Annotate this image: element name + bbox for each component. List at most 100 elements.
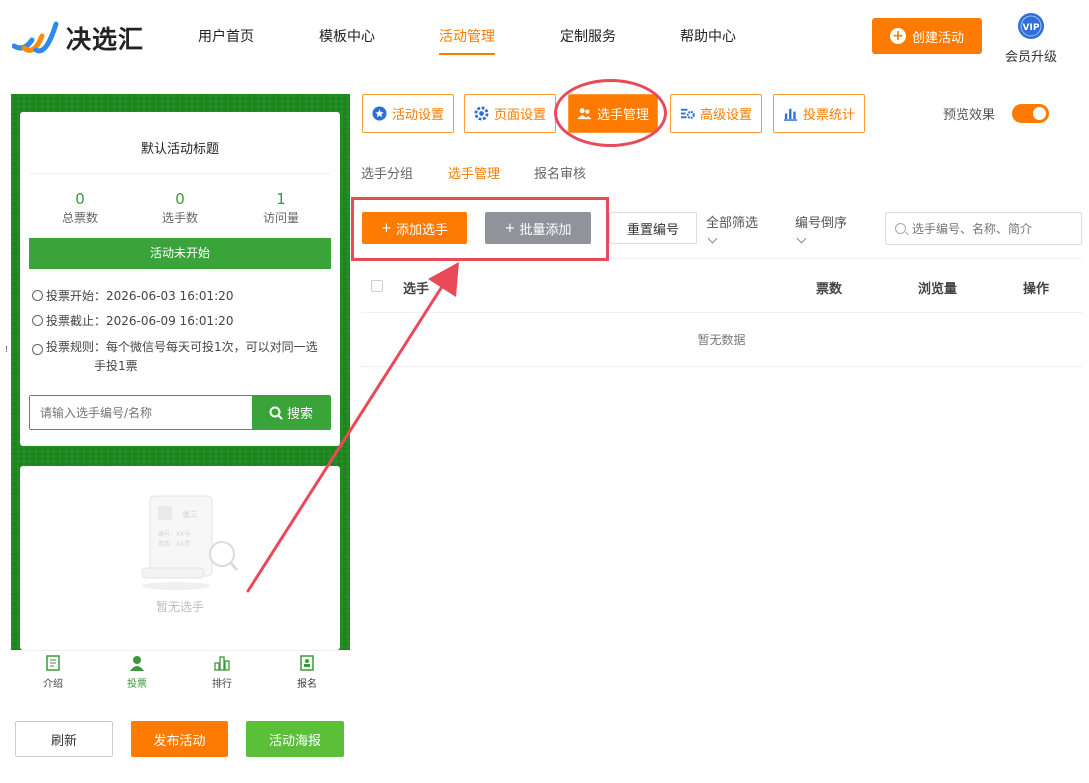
nav-help[interactable]: 帮助中心 — [680, 26, 736, 46]
empty-contestants-text: 暂无选手 — [155, 600, 204, 614]
nav-activity-management[interactable]: 活动管理 — [439, 26, 495, 55]
vote-start-row: 投票开始：2026-06-03 16:01:20 — [32, 287, 233, 306]
clock-icon — [32, 315, 43, 326]
tab-rank[interactable]: 排行 — [192, 655, 252, 690]
chevron-down-icon — [796, 233, 807, 244]
stat-label: 访问量 — [262, 211, 299, 225]
tab-signup-label: 报名 — [297, 679, 317, 690]
vip-upgrade[interactable]: VIP 会员升级 — [1003, 12, 1059, 65]
contestant-search-input[interactable] — [30, 396, 252, 429]
tab-vote-statistics[interactable]: 投票统计 — [773, 94, 865, 133]
tab-label: 页面设置 — [493, 108, 546, 123]
tab-page-settings[interactable]: 页面设置 — [464, 94, 556, 133]
empty-contestants-illustration: 张三 编号：XX号 票数：XX票 — [141, 495, 238, 590]
stat-label: 总票数 — [61, 211, 98, 225]
mobile-tabbar: 介绍 投票 排行 报名 — [11, 650, 350, 694]
column-views: 浏览量 — [918, 282, 958, 297]
table-empty-text: 暂无数据 — [361, 313, 1082, 367]
bar-chart-icon — [783, 108, 798, 121]
sort-dropdown-label: 编号倒序 — [795, 216, 848, 231]
empty-card-line1: 编号：XX号 — [158, 530, 190, 538]
activity-poster-button[interactable]: 活动海报 — [246, 721, 344, 757]
chevron-down-icon — [707, 233, 718, 244]
logo-mark-icon — [12, 21, 59, 54]
select-all-checkbox[interactable] — [371, 280, 383, 292]
vote-rule-row: ! 投票规则：每个微信号每天可投1次，可以对同一选手投1票 — [5, 338, 324, 376]
vote-end-text: 投票截止：2026-06-09 16:01:20 — [46, 314, 234, 328]
subtab-groups[interactable]: 选手分组 — [361, 163, 413, 182]
activity-info-card: 默认活动标题 0 总票数 0 选手数 1 访问量 活动未开始 投票开始：2026… — [5, 112, 340, 446]
search-icon — [269, 406, 283, 420]
preview-toggle[interactable] — [1012, 104, 1049, 123]
stat-value: 0 — [75, 190, 85, 208]
column-actions: 操作 — [1023, 282, 1050, 297]
tab-label: 活动设置 — [391, 108, 444, 123]
clock-icon — [32, 290, 43, 301]
subtab-contestants[interactable]: 选手管理 — [448, 163, 500, 182]
tab-label: 投票统计 — [802, 108, 855, 123]
nav-custom-service[interactable]: 定制服务 — [560, 26, 616, 46]
logo[interactable]: 决选汇 — [12, 16, 162, 60]
filter-dropdown[interactable]: 全部筛选 — [706, 212, 759, 244]
search-button[interactable]: 搜索 — [252, 396, 330, 429]
tab-label: 高级设置 — [699, 108, 752, 123]
annotation-rectangle — [351, 197, 609, 261]
contestant-filter-input[interactable] — [912, 213, 1080, 244]
divider — [30, 173, 330, 174]
annotation-circle — [554, 79, 667, 147]
rank-icon — [214, 656, 230, 671]
search-button-label: 搜索 — [286, 407, 313, 422]
sort-dropdown[interactable]: 编号倒序 — [795, 212, 848, 244]
contestant-table-header: 选手 票数 浏览量 操作 — [361, 258, 1082, 313]
top-nav: 决选汇 用户首页 模板中心 活动管理 定制服务 帮助中心 + 创建活动 VIP … — [0, 0, 1089, 80]
empty-card-line2: 票数：XX票 — [158, 540, 190, 548]
stat-total-votes: 0 总票数 — [40, 190, 120, 226]
tab-rank-label: 排行 — [212, 679, 232, 690]
refresh-button[interactable]: 刷新 — [15, 721, 113, 757]
nav-home[interactable]: 用户首页 — [198, 26, 254, 46]
search-icon — [895, 223, 906, 234]
activity-status-bar: 活动未开始 — [29, 238, 331, 269]
vote-rule-text: 投票规则：每个微信号每天可投1次，可以对同一选手投1票 — [46, 340, 318, 373]
stat-value: 0 — [175, 190, 185, 208]
vip-badge-text: VIP — [1023, 23, 1040, 33]
tab-advanced-settings[interactable]: 高级设置 — [670, 94, 762, 133]
tab-activity-settings[interactable]: 活动设置 — [362, 94, 454, 133]
vote-icon — [130, 656, 144, 671]
contestant-filter-search — [885, 212, 1082, 245]
signup-icon — [300, 655, 314, 671]
create-activity-button[interactable]: + 创建活动 — [872, 18, 982, 54]
filter-dropdown-label: 全部筛选 — [706, 216, 759, 231]
tab-vote[interactable]: 投票 — [107, 655, 167, 690]
stat-value: 1 — [276, 190, 286, 208]
nav-templates[interactable]: 模板中心 — [319, 26, 375, 46]
reset-number-button[interactable]: 重置编号 — [609, 212, 697, 244]
tab-signup[interactable]: 报名 — [277, 655, 337, 690]
stat-contestants: 0 选手数 — [140, 190, 220, 226]
contestant-list-card: 张三 编号：XX号 票数：XX票 暂无选手 — [20, 466, 340, 650]
star-icon — [372, 106, 387, 121]
tab-vote-label: 投票 — [127, 679, 147, 690]
create-activity-label: 创建活动 — [911, 30, 964, 46]
subtab-signup-review[interactable]: 报名审核 — [534, 163, 586, 182]
empty-card-name: 张三 — [182, 510, 198, 519]
logo-text: 决选汇 — [66, 25, 145, 54]
tab-intro-label: 介绍 — [43, 679, 63, 690]
gear-icon — [474, 106, 489, 121]
mobile-preview: 默认活动标题 0 总票数 0 选手数 1 访问量 活动未开始 投票开始：2026… — [5, 94, 350, 650]
activity-title: 默认活动标题 — [140, 142, 219, 157]
publish-activity-button[interactable]: 发布活动 — [131, 721, 228, 757]
plus-circle-icon: + — [889, 28, 906, 44]
vip-badge-icon: VIP — [1018, 13, 1044, 39]
tab-intro[interactable]: 介绍 — [23, 655, 83, 690]
vote-end-row: 投票截止：2026-06-09 16:01:20 — [32, 312, 233, 331]
column-contestant: 选手 — [403, 282, 430, 297]
contestant-search: 搜索 — [29, 395, 331, 430]
vip-label: 会员升级 — [1004, 50, 1057, 65]
vote-start-text: 投票开始：2026-06-03 16:01:20 — [46, 289, 234, 303]
column-votes: 票数 — [816, 282, 843, 297]
stat-visits: 1 访问量 — [241, 190, 321, 226]
preview-toggle-label: 预览效果 — [943, 108, 996, 123]
info-icon: ! — [5, 344, 43, 355]
stat-label: 选手数 — [161, 211, 198, 225]
